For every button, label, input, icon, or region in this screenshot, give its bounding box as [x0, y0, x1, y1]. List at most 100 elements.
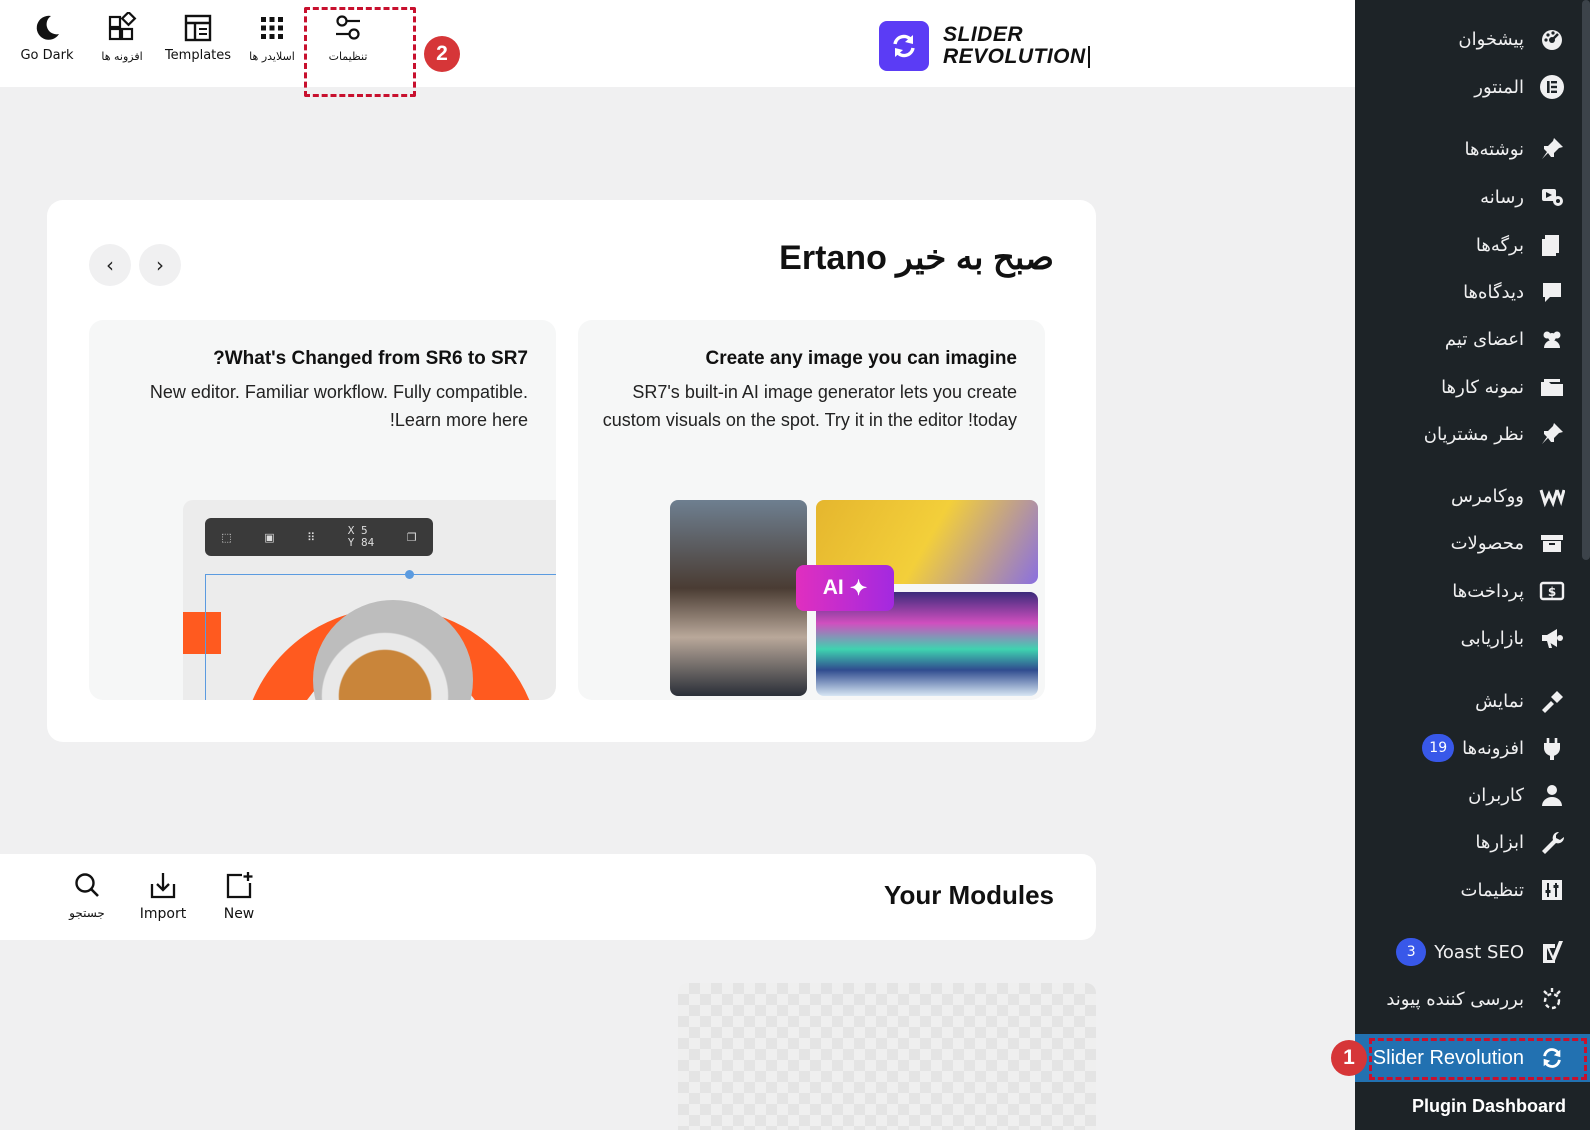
- chevron-left-icon: ‹: [106, 253, 114, 277]
- sidebar-item-label: محصولات: [1450, 532, 1524, 554]
- slider-revolution-highlight-box: [1369, 1038, 1587, 1080]
- selection-frame: [205, 574, 556, 700]
- sidebar-item[interactable]: المنتور: [1474, 69, 1566, 105]
- logo-line-2: REVOLUTION: [943, 46, 1090, 68]
- yoast-icon: [1538, 938, 1566, 966]
- sidebar-item-label: پیشخوان: [1458, 28, 1524, 50]
- megaphone-icon: [1538, 624, 1566, 652]
- sidebar-item-label: بررسی کننده پیوند: [1386, 988, 1524, 1010]
- sliders-button[interactable]: اسلایدر ها: [232, 12, 312, 63]
- search-label: جستجو: [69, 906, 105, 920]
- xy-readout: X 5 Y 84: [347, 524, 375, 549]
- import-label: Import: [139, 906, 187, 922]
- copy-icon: ❐: [406, 530, 417, 544]
- addons-button[interactable]: افزونه ها: [82, 12, 162, 63]
- sidebar-item-label: بازاریابی: [1460, 627, 1524, 649]
- sidebar-item[interactable]: نمایش: [1475, 683, 1566, 719]
- plugins-icon: [1538, 734, 1566, 762]
- logo-refresh-icon: [879, 21, 929, 71]
- products-icon: [1538, 529, 1566, 557]
- admin-sidebar: پیشخوان المنتور نوشته‌ها رسانه برگه‌ها دیدگاه…: [1355, 0, 1590, 1130]
- sidebar-item[interactable]: محصولات: [1451, 525, 1566, 561]
- slider-revolution-logo: SLIDER REVOLUTION: [879, 21, 1090, 71]
- tools-icon: [1538, 828, 1566, 856]
- ai-image-card[interactable]: Create any image you can imagine SR7's b…: [578, 320, 1045, 700]
- sidebar-item-label: Yoast SEO: [1434, 941, 1524, 963]
- search-icon: [75, 873, 99, 897]
- sidebar-item-label: ابزارها: [1475, 831, 1524, 853]
- count-badge: 3: [1396, 938, 1427, 966]
- new-module-icon: [226, 872, 253, 899]
- count-badge: 19: [1422, 734, 1455, 762]
- sidebar-item[interactable]: رسانه: [1480, 179, 1566, 215]
- payments-icon: $: [1538, 577, 1566, 605]
- sidebar-item[interactable]: $ پرداخت‌ها: [1452, 573, 1566, 609]
- grid-icon: [261, 17, 283, 39]
- templates-button[interactable]: Templates: [158, 12, 238, 63]
- addons-label: افزونه ها: [101, 50, 143, 63]
- sidebar-item-label: برگه‌ها: [1475, 234, 1524, 256]
- sidebar-item-label: نظر مشتریان: [1423, 423, 1524, 445]
- sidebar-item-label: کاربران: [1468, 784, 1524, 806]
- sidebar-item[interactable]: نظر مشتریان: [1424, 416, 1566, 452]
- templates-icon: [184, 14, 212, 42]
- sidebar-item[interactable]: ابزارها: [1475, 824, 1566, 860]
- sidebar-scrollbar[interactable]: [1582, 0, 1590, 560]
- module-thumbnail[interactable]: [678, 983, 1096, 1130]
- sidebar-item[interactable]: بررسی کننده پیوند: [1386, 981, 1566, 1017]
- carousel-prev-button[interactable]: ‹: [89, 244, 131, 286]
- settings-icon: [1538, 876, 1566, 904]
- pages-icon: [1538, 231, 1566, 259]
- sidebar-item-label: تنظیمات: [1460, 879, 1524, 901]
- sidebar-item[interactable]: اعضای تیم: [1445, 321, 1566, 357]
- sliders-label: اسلایدر ها: [249, 50, 295, 63]
- go-dark-button[interactable]: Go Dark: [7, 12, 87, 63]
- sidebar-item[interactable]: برگه‌ها: [1476, 227, 1566, 263]
- new-module-label: New: [223, 906, 255, 922]
- sidebar-item[interactable]: بازاریابی: [1461, 620, 1566, 656]
- sr7-changes-card[interactable]: ?What's Changed from SR6 to SR7 New edit…: [89, 320, 556, 700]
- sidebar-item-slider-revolution[interactable]: Slider Revolution: [1355, 1034, 1590, 1082]
- ai-badge: AI ✦: [796, 565, 894, 611]
- sidebar-item-label: المنتور: [1474, 76, 1524, 98]
- top-toolbar: Go Dark افزونه ها Templates اسلایدر ها ت…: [0, 0, 1355, 97]
- submenu-plugin-dashboard[interactable]: Plugin Dashboard: [1412, 1096, 1566, 1117]
- sidebar-item[interactable]: نمونه کارها: [1441, 369, 1566, 405]
- carousel-next-button[interactable]: ›: [139, 244, 181, 286]
- sidebar-item[interactable]: ووکامرس: [1451, 478, 1566, 514]
- new-module-button[interactable]: New: [204, 870, 274, 922]
- settings-highlight-box: [304, 7, 416, 97]
- search-modules-button[interactable]: جستجو: [52, 870, 122, 920]
- sidebar-item-label: نوشته‌ها: [1464, 138, 1524, 160]
- sidebar-item[interactable]: کاربران: [1468, 777, 1566, 813]
- step-1-badge: 1: [1331, 1040, 1367, 1076]
- sidebar-item[interactable]: نوشته‌ها: [1465, 131, 1566, 167]
- sidebar-item-label: رسانه: [1480, 186, 1524, 208]
- modules-bar: Your Modules New Import جستجو: [0, 854, 1096, 940]
- select-icon: ⬚: [221, 530, 232, 544]
- step-2-badge: 2: [424, 36, 460, 72]
- elementor-icon: [1538, 73, 1566, 101]
- link-checker-icon: [1538, 985, 1566, 1013]
- users-icon: [1538, 781, 1566, 809]
- moon-icon: [36, 15, 59, 40]
- sidebar-item[interactable]: پیشخوان: [1458, 21, 1566, 57]
- ai-card-body: SR7's built-in AI image generator lets y…: [602, 382, 1017, 430]
- pin-icon: [1538, 135, 1566, 163]
- editor-mini-toolbar: ⬚ ▣ ⠿ X 5 Y 84 ❐: [205, 518, 433, 556]
- sidebar-item-label: ووکامرس: [1451, 485, 1524, 507]
- logo-line-1: SLIDER: [943, 23, 1024, 46]
- ai-card-title: Create any image you can imagine: [705, 348, 1017, 369]
- sidebar-item[interactable]: افزونه‌ها 19: [1422, 730, 1566, 766]
- sr7-changes-title: ?What's Changed from SR6 to SR7: [213, 348, 528, 369]
- sidebar-item[interactable]: دیدگاه‌ها: [1463, 274, 1566, 310]
- sidebar-item[interactable]: Yoast SEO 3: [1396, 934, 1566, 970]
- import-module-button[interactable]: Import: [128, 870, 198, 922]
- sidebar-item[interactable]: تنظیمات: [1461, 872, 1566, 908]
- woocommerce-icon: [1538, 482, 1566, 510]
- templates-label: Templates: [164, 48, 232, 63]
- ai-portrait-image: [670, 500, 807, 696]
- image-icon: ▣: [264, 530, 275, 544]
- pin-icon: [1538, 420, 1566, 448]
- sidebar-item-label: نمونه کارها: [1441, 376, 1524, 398]
